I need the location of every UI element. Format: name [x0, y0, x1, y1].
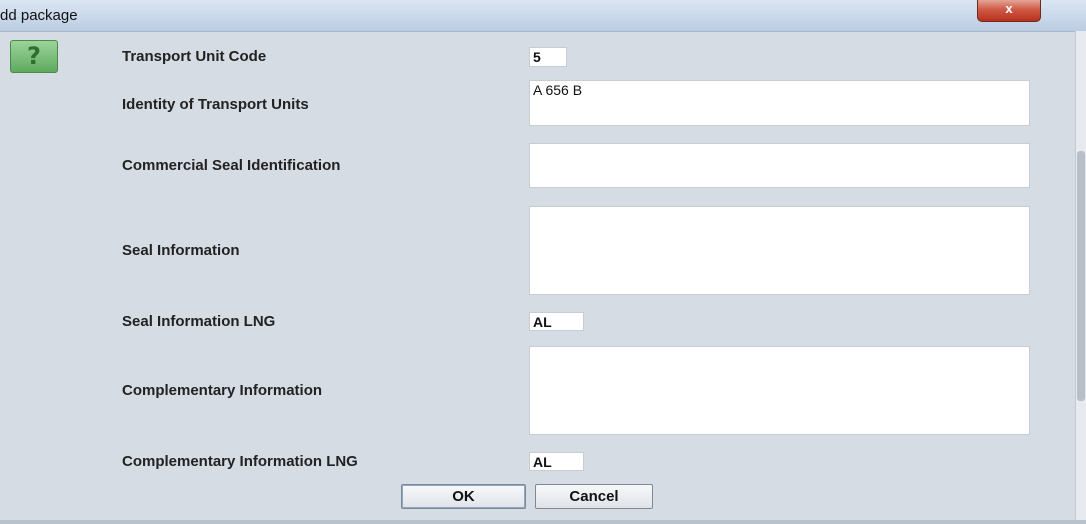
complementary-information-label: Complementary Information [122, 382, 323, 399]
window-bottom-border [0, 520, 1086, 524]
cancel-button[interactable]: Cancel [535, 484, 653, 509]
identity-of-transport-units-label: Identity of Transport Units [122, 96, 309, 113]
window-title: dd package [0, 7, 78, 24]
title-bar: dd package x [0, 0, 1086, 32]
complementary-information-field[interactable] [529, 346, 1030, 435]
complementary-information-lng-field[interactable] [529, 452, 584, 471]
help-question-icon[interactable]: ? [10, 40, 58, 73]
identity-of-transport-units-field[interactable]: A 656 B [529, 80, 1030, 126]
seal-information-label: Seal Information [122, 242, 240, 259]
commercial-seal-identification-field[interactable] [529, 143, 1030, 188]
vertical-scrollbar[interactable] [1075, 31, 1086, 521]
transport-unit-code-label: Transport Unit Code [122, 48, 267, 65]
seal-information-field[interactable] [529, 206, 1030, 295]
scrollbar-thumb[interactable] [1077, 151, 1085, 401]
complementary-information-lng-label: Complementary Information LNG [122, 453, 358, 470]
commercial-seal-identification-label: Commercial Seal Identification [122, 157, 341, 174]
seal-information-lng-field[interactable] [529, 312, 584, 331]
close-icon: x [1005, 1, 1013, 16]
transport-unit-code-field[interactable] [529, 47, 567, 67]
seal-information-lng-label: Seal Information LNG [122, 313, 276, 330]
close-button[interactable]: x [977, 0, 1041, 22]
ok-button[interactable]: OK [401, 484, 526, 509]
